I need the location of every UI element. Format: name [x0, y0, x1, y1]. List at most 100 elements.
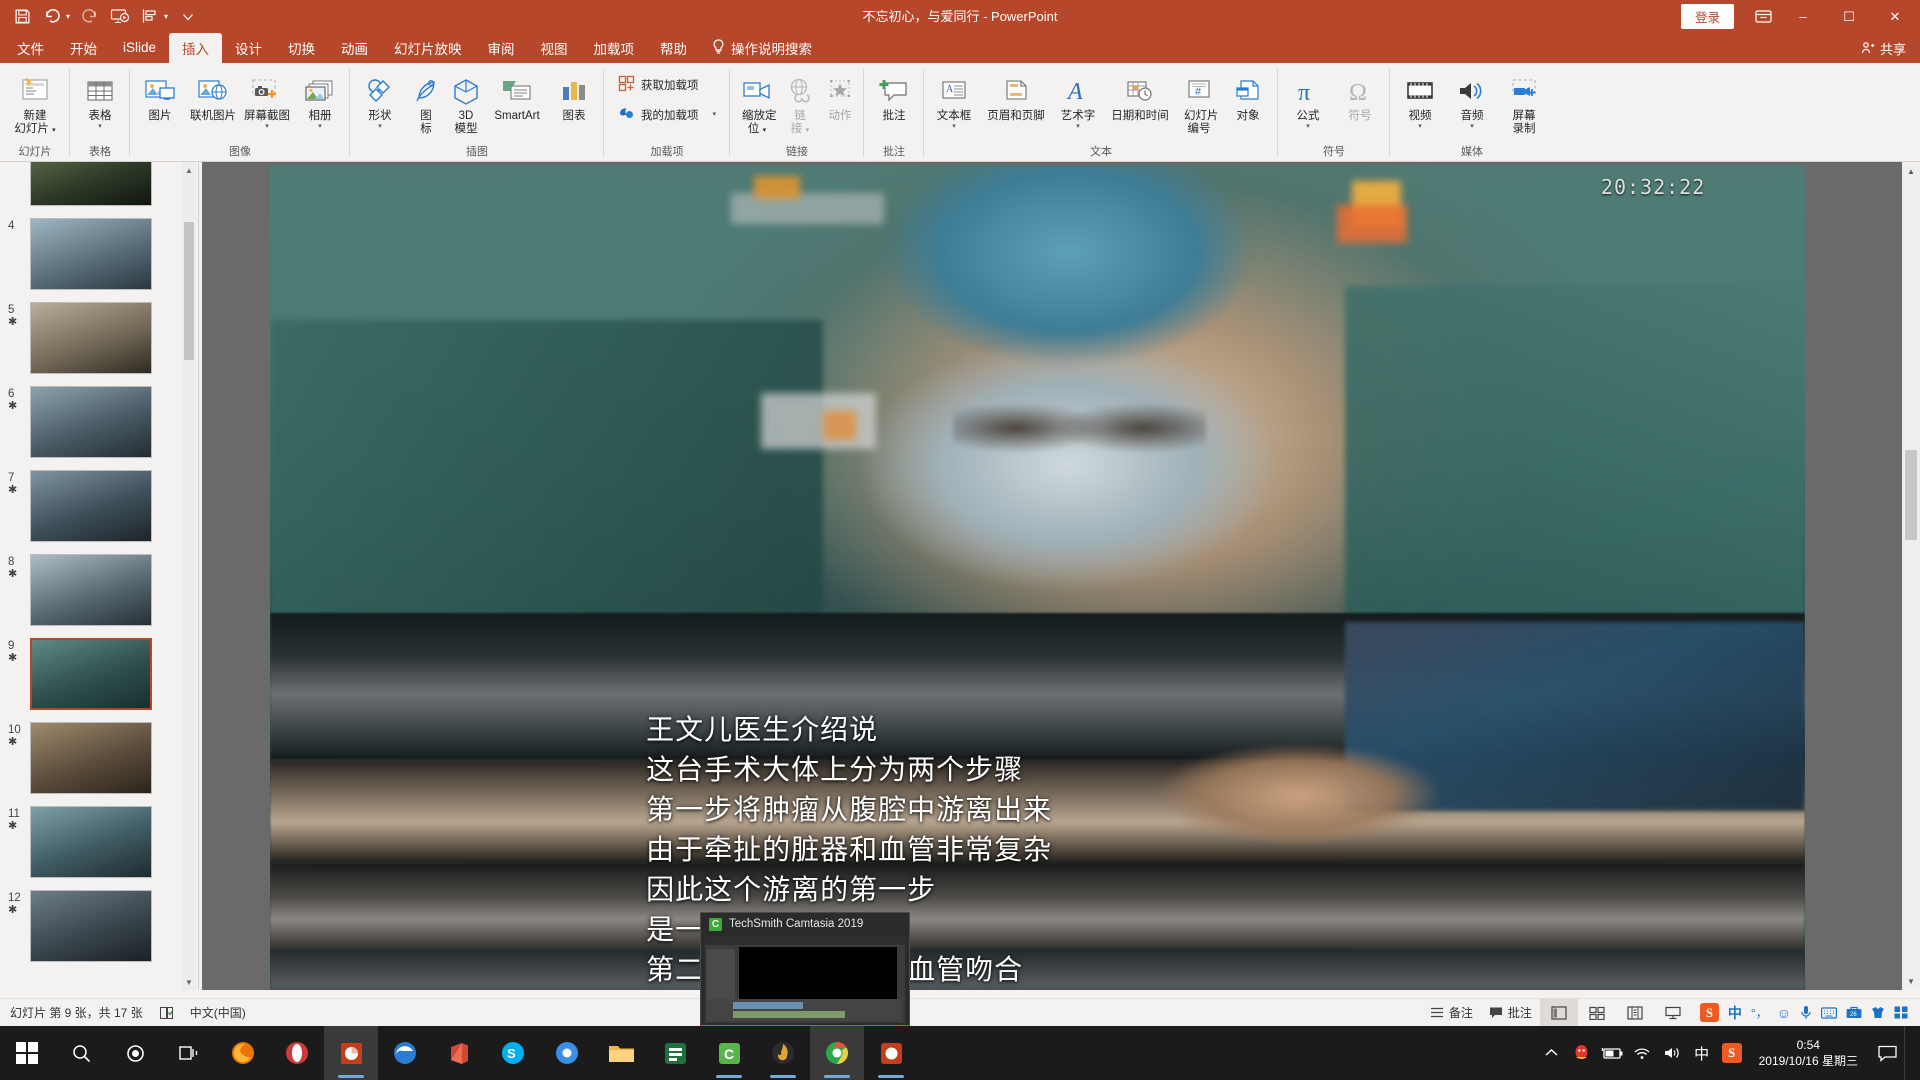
equation-button[interactable]: π 公式 ▾ [1282, 67, 1334, 132]
task-view-icon[interactable] [162, 1026, 216, 1080]
show-hidden-icons-icon[interactable] [1537, 1026, 1567, 1080]
canvas-scroll-thumb[interactable] [1905, 450, 1917, 540]
photo-album-dropdown-icon[interactable]: ▾ [318, 123, 322, 132]
search-icon[interactable] [54, 1026, 108, 1080]
sorter-view-icon[interactable] [1578, 999, 1616, 1027]
tab-0[interactable]: 文件 [4, 33, 57, 63]
windows-start-icon[interactable] [0, 1026, 54, 1080]
normal-view-icon[interactable] [1539, 998, 1578, 1027]
canvas-vertical-scrollbar[interactable]: ▲ ▼ [1902, 162, 1920, 990]
tab-9[interactable]: 视图 [528, 33, 581, 63]
audio-button[interactable]: 音频 ▾ [1446, 67, 1498, 132]
slide-number-button[interactable]: # 幻灯片 编号 [1176, 67, 1222, 136]
volume-icon[interactable] [1657, 1026, 1687, 1080]
canvas-scroll-up-icon[interactable]: ▲ [1902, 162, 1920, 180]
object-button[interactable]: 对象 [1222, 67, 1274, 123]
slide-thumbnail-11[interactable]: 11 ✱ [0, 800, 182, 884]
screen-recording-button[interactable]: 屏幕 录制 [1498, 67, 1550, 136]
punctuation-icon[interactable]: °， [1751, 1004, 1768, 1021]
spellcheck-icon[interactable] [159, 1006, 174, 1020]
tab-1[interactable]: 开始 [57, 33, 110, 63]
chevron-down-icon[interactable] [174, 4, 202, 30]
taskbar-app-camtasia[interactable]: C [702, 1026, 756, 1080]
preview-thumbnail[interactable] [705, 937, 905, 1023]
video-dropdown-icon[interactable]: ▾ [1418, 123, 1422, 132]
slide-thumbnail-8[interactable]: 8 ✱ [0, 548, 182, 632]
action-center-icon[interactable] [1870, 1026, 1904, 1080]
align-icon[interactable] [136, 4, 164, 30]
slideshow-icon[interactable] [106, 4, 134, 30]
thumbnail-scroll-thumb[interactable] [184, 222, 194, 360]
taskbar-app-powerpoint[interactable] [324, 1026, 378, 1080]
wordart-dropdown-icon[interactable]: ▾ [1076, 123, 1080, 132]
shapes-dropdown-icon[interactable]: ▾ [378, 123, 382, 132]
link-button[interactable]: 链接 ▾ [780, 67, 820, 137]
taskbar-app-huohu[interactable] [756, 1026, 810, 1080]
screenshot-dropdown-icon[interactable]: ▾ [265, 123, 269, 132]
3d-model-button[interactable]: 3D 模型 [446, 67, 486, 136]
battery-icon[interactable] [1597, 1026, 1627, 1080]
online-picture-button[interactable]: 联机图片 [186, 67, 240, 123]
language-indicator[interactable]: 中文(中国) [190, 1004, 246, 1021]
screenshot-button[interactable]: 屏幕截图 ▾ [240, 67, 294, 132]
wifi-icon[interactable] [1627, 1026, 1657, 1080]
emoji-icon[interactable]: ☺ [1777, 1005, 1791, 1021]
photo-album-button[interactable]: 相册 ▾ [294, 67, 346, 132]
close-button[interactable]: ✕ [1872, 0, 1918, 33]
slide-thumbnail-9[interactable]: 9 ✱ [0, 632, 182, 716]
slideshow-view-icon[interactable] [1654, 999, 1692, 1027]
maximize-button[interactable]: ☐ [1826, 0, 1872, 33]
tab-7[interactable]: 幻灯片放映 [381, 33, 475, 63]
skin-icon[interactable] [1871, 1006, 1885, 1019]
reading-view-icon[interactable] [1616, 999, 1654, 1027]
slide-thumbnail-4[interactable]: 4 [0, 212, 182, 296]
my-addins-button[interactable]: 我的加载项 ▾ [614, 103, 720, 127]
taskbar-app-office[interactable] [432, 1026, 486, 1080]
current-slide[interactable]: 20:32:22 王文儿医生介绍说 这台手术大体上分为两个步骤 第一步将肿瘤从腹腔中… [270, 165, 1805, 990]
tray-ime-mode-icon[interactable]: 中 [1687, 1026, 1717, 1080]
new-slide-button[interactable]: 新建 幻灯片 ▾ [4, 67, 66, 137]
table-button[interactable]: 表格 ▾ [74, 67, 126, 132]
minimize-button[interactable]: – [1780, 0, 1826, 33]
taskbar-app-skype[interactable]: S [486, 1026, 540, 1080]
slide-thumbnail-3[interactable]: 3 [0, 162, 182, 212]
show-desktop-button[interactable] [1904, 1026, 1916, 1080]
thumbnail-scrollbar[interactable]: ▲ ▼ [182, 162, 196, 990]
cortana-icon[interactable] [108, 1026, 162, 1080]
tray-sogou-icon[interactable]: S [1717, 1026, 1747, 1080]
canvas-scroll-down-icon[interactable]: ▼ [1902, 972, 1920, 990]
tab-3[interactable]: 插入 [169, 33, 223, 63]
taskbar-preview-popup[interactable]: C TechSmith Camtasia 2019 [700, 912, 910, 1040]
ribbon-display-options-icon[interactable] [1746, 0, 1780, 33]
action-button[interactable]: 动作 [820, 67, 860, 123]
shapes-button[interactable]: 形状 ▾ [354, 67, 406, 132]
tab-11[interactable]: 帮助 [647, 33, 700, 63]
taskbar-app-opera[interactable] [270, 1026, 324, 1080]
taskbar-app-chrome[interactable] [810, 1026, 864, 1080]
sogou-logo-icon[interactable]: S [1699, 1003, 1719, 1022]
textbox-dropdown-icon[interactable]: ▾ [952, 123, 956, 132]
header-footer-button[interactable]: 页眉和页脚 [980, 67, 1052, 123]
qq-icon[interactable] [1567, 1026, 1597, 1080]
voice-icon[interactable] [1800, 1005, 1812, 1020]
taskbar-app-edge[interactable] [378, 1026, 432, 1080]
tab-8[interactable]: 审阅 [475, 33, 528, 63]
tab-2[interactable]: iSlide [110, 33, 169, 63]
thumbnail-scroll-down-icon[interactable]: ▼ [182, 974, 196, 990]
taskbar-app-firefox[interactable] [216, 1026, 270, 1080]
equation-dropdown-icon[interactable]: ▾ [1306, 123, 1310, 132]
slide-thumbnail-12[interactable]: 12 ✱ [0, 884, 182, 968]
icons-button[interactable]: 图标 [406, 67, 446, 136]
thumbnail-scroll-track[interactable] [182, 178, 196, 974]
tab-6[interactable]: 动画 [328, 33, 381, 63]
video-button[interactable]: 视频 ▾ [1394, 67, 1446, 132]
notes-button[interactable]: 备注 [1422, 1001, 1481, 1024]
chart-button[interactable]: 图表 [548, 67, 600, 123]
slide-thumbnail-6[interactable]: 6 ✱ [0, 380, 182, 464]
tab-5[interactable]: 切换 [275, 33, 328, 63]
sign-in-button[interactable]: 登录 [1680, 4, 1734, 29]
toolbox-icon[interactable]: 26 [1846, 1006, 1862, 1019]
taskbar-clock[interactable]: 0:54 2019/10/16 星期三 [1747, 1037, 1870, 1069]
keyboard-icon[interactable] [1821, 1006, 1837, 1019]
zoom-button[interactable]: 缩放定位 ▾ [734, 67, 780, 137]
